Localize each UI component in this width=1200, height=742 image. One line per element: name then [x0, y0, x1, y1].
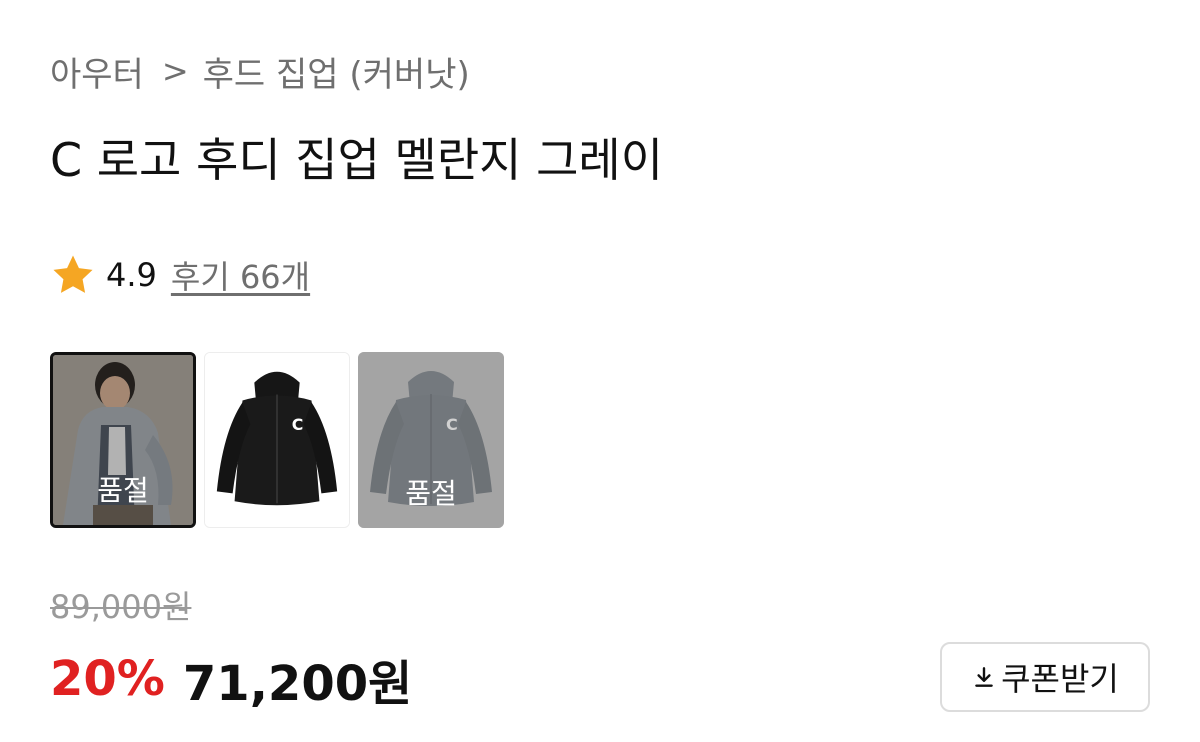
breadcrumb: 아우터 > 후드 집업 (커버낫) [50, 46, 470, 96]
price-row: 20% 71,200원 [50, 644, 412, 714]
discount-rate: 20% [50, 651, 165, 707]
coupon-button-label: 쿠폰받기 [1001, 660, 1119, 698]
star-icon [53, 255, 93, 293]
coupon-download-button[interactable]: 쿠폰받기 [940, 642, 1150, 712]
reviews-link[interactable]: 후기 66개 [171, 252, 310, 298]
rating-score: 4.9 [106, 256, 157, 294]
breadcrumb-item-hood-zipup[interactable]: 후드 집업 (커버낫) [203, 47, 470, 96]
chevron-right-icon: > [161, 52, 189, 90]
thumbnail-option-gray[interactable]: C 품절 [358, 352, 504, 528]
product-info: 아우터 > 후드 집업 (커버낫) C 로고 후디 집업 멜란지 그레이 4.9… [0, 0, 1200, 742]
original-price: 89,000원 [50, 588, 192, 626]
soldout-badge: 품절 [97, 474, 149, 507]
thumbnail-option-model[interactable]: 품절 [50, 352, 196, 528]
svg-text:C: C [292, 415, 304, 434]
sale-price: 71,200원 [182, 656, 413, 712]
breadcrumb-item-outer[interactable]: 아우터 [50, 47, 144, 96]
product-title: C 로고 후디 집업 멜란지 그레이 [50, 133, 664, 187]
soldout-badge: 품절 [405, 477, 457, 510]
rating-row: 4.9 후기 66개 [50, 250, 310, 300]
thumbnail-list: 품절 C C 품절 [50, 352, 504, 528]
thumbnail-option-black[interactable]: C [204, 352, 350, 528]
black-hoodie-image: C [205, 353, 349, 527]
download-icon [975, 667, 993, 687]
